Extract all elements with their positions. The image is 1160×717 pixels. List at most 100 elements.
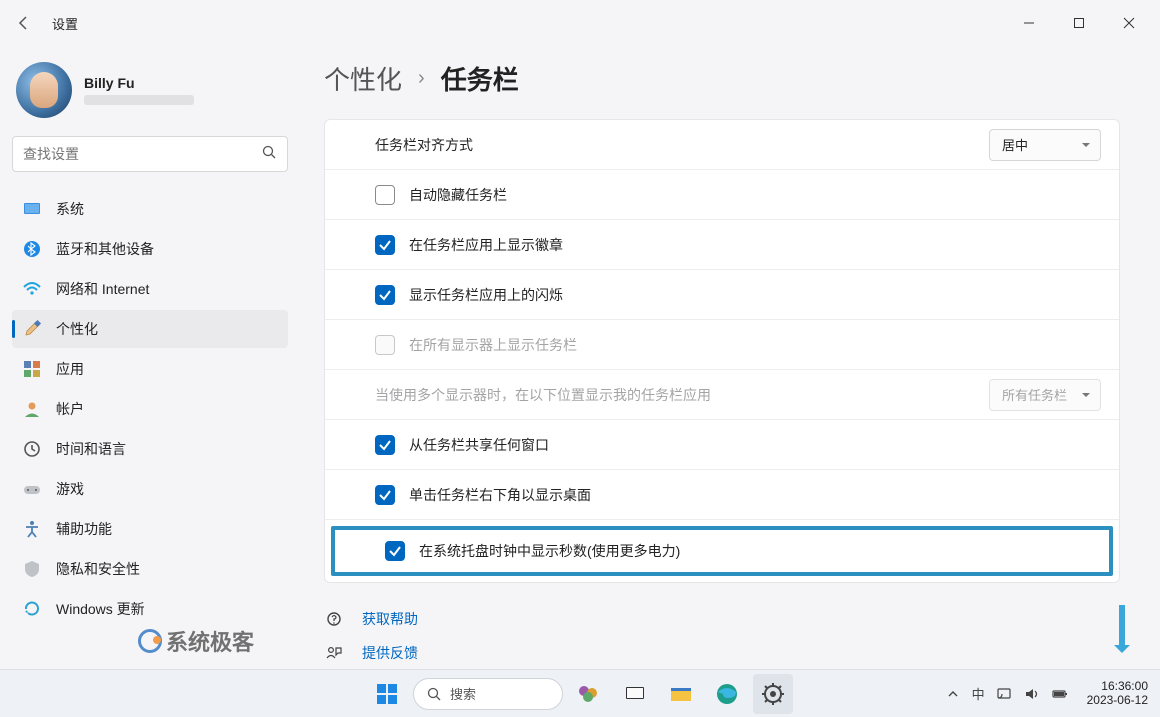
row-click-corner[interactable]: 单击任务栏右下角以显示桌面	[325, 470, 1119, 520]
sidebar-item-label: 辅助功能	[56, 519, 112, 539]
sidebar-item-gaming[interactable]: 游戏	[12, 470, 288, 508]
setting-label: 从任务栏共享任何窗口	[409, 435, 1101, 455]
settings-card: 任务栏对齐方式 居中 自动隐藏任务栏 在任务栏应用上显示徽章 显示任务栏应用上的…	[324, 119, 1120, 583]
sidebar-item-label: Windows 更新	[56, 599, 145, 619]
chevron-right-icon: ›	[418, 67, 425, 90]
sidebar-item-network[interactable]: 网络和 Internet	[12, 270, 288, 308]
sidebar-item-privacy[interactable]: 隐私和安全性	[12, 550, 288, 588]
edge-button[interactable]	[707, 674, 747, 714]
profile-email-placeholder	[84, 95, 194, 105]
start-button[interactable]	[367, 674, 407, 714]
sidebar: Billy Fu 系统 蓝牙和其他设备 网络和 Internet	[0, 46, 300, 669]
taskbar-center: 搜索	[367, 674, 793, 714]
back-button[interactable]	[8, 7, 40, 39]
share-window-checkbox[interactable]	[375, 435, 395, 455]
sidebar-item-label: 蓝牙和其他设备	[56, 239, 154, 259]
clock-icon	[22, 439, 42, 459]
taskbar-search[interactable]: 搜索	[413, 678, 563, 710]
row-alignment: 任务栏对齐方式 居中	[325, 120, 1119, 170]
setting-label: 在系统托盘时钟中显示秒数(使用更多电力)	[419, 541, 1091, 561]
ime-indicator[interactable]: 中	[972, 684, 985, 703]
get-help-link[interactable]: 获取帮助	[324, 609, 1120, 629]
row-autohide[interactable]: 自动隐藏任务栏	[325, 170, 1119, 220]
setting-label: 在所有显示器上显示任务栏	[409, 335, 1101, 355]
task-view-button[interactable]	[615, 674, 655, 714]
sidebar-item-update[interactable]: Windows 更新	[12, 590, 288, 628]
sidebar-item-label: 个性化	[56, 319, 98, 339]
show-flashing-checkbox[interactable]	[375, 285, 395, 305]
update-icon	[22, 599, 42, 619]
bluetooth-icon	[22, 239, 42, 259]
setting-label: 自动隐藏任务栏	[409, 185, 1101, 205]
breadcrumb: 个性化 › 任务栏	[324, 60, 1120, 97]
watermark-icon	[138, 629, 162, 653]
help-icon	[324, 611, 344, 627]
help-links: 获取帮助 提供反馈	[324, 609, 1120, 663]
close-button[interactable]	[1106, 7, 1152, 39]
all-displays-checkbox	[375, 335, 395, 355]
page-title: 任务栏	[441, 60, 519, 97]
shield-icon	[22, 559, 42, 579]
row-all-displays: 在所有显示器上显示任务栏	[325, 320, 1119, 370]
taskbar-app-misc[interactable]	[569, 674, 609, 714]
search-icon	[261, 144, 277, 165]
sidebar-item-label: 系统	[56, 199, 84, 219]
show-seconds-checkbox[interactable]	[385, 541, 405, 561]
setting-label: 当使用多个显示器时，在以下位置显示我的任务栏应用	[375, 385, 989, 405]
setting-label: 单击任务栏右下角以显示桌面	[409, 485, 1101, 505]
sidebar-item-label: 隐私和安全性	[56, 559, 140, 579]
battery-icon[interactable]	[1051, 686, 1069, 702]
person-icon	[22, 399, 42, 419]
row-share-window[interactable]: 从任务栏共享任何窗口	[325, 420, 1119, 470]
wifi-icon	[22, 279, 42, 299]
feedback-link[interactable]: 提供反馈	[324, 643, 1120, 663]
profile-name: Billy Fu	[84, 75, 194, 91]
row-show-badges[interactable]: 在任务栏应用上显示徽章	[325, 220, 1119, 270]
sidebar-item-label: 应用	[56, 359, 84, 379]
sidebar-item-personalization[interactable]: 个性化	[12, 310, 288, 348]
search-box[interactable]	[12, 136, 288, 172]
main-content: 个性化 › 任务栏 任务栏对齐方式 居中 自动隐藏任务栏 在任务栏应用上显示徽章	[300, 46, 1160, 669]
file-explorer-button[interactable]	[661, 674, 701, 714]
click-corner-checkbox[interactable]	[375, 485, 395, 505]
avatar	[16, 62, 72, 118]
taskbar: 搜索 中 16:36:00 2023-06-12	[0, 669, 1160, 717]
alignment-dropdown[interactable]: 居中	[989, 129, 1101, 161]
sidebar-item-time-language[interactable]: 时间和语言	[12, 430, 288, 468]
brush-icon	[22, 319, 42, 339]
sidebar-item-label: 网络和 Internet	[56, 279, 149, 299]
sidebar-item-apps[interactable]: 应用	[12, 350, 288, 388]
sidebar-item-label: 帐户	[56, 399, 84, 419]
profile[interactable]: Billy Fu	[12, 54, 288, 136]
sidebar-item-accounts[interactable]: 帐户	[12, 390, 288, 428]
accessibility-icon	[22, 519, 42, 539]
setting-label: 显示任务栏应用上的闪烁	[409, 285, 1101, 305]
feedback-icon	[324, 645, 344, 661]
setting-label: 在任务栏应用上显示徽章	[409, 235, 1101, 255]
show-badges-checkbox[interactable]	[375, 235, 395, 255]
breadcrumb-parent[interactable]: 个性化	[324, 60, 402, 97]
row-show-seconds[interactable]: 在系统托盘时钟中显示秒数(使用更多电力)	[335, 530, 1109, 572]
sidebar-item-system[interactable]: 系统	[12, 190, 288, 228]
display-icon	[22, 199, 42, 219]
window-title: 设置	[52, 14, 78, 33]
sidebar-item-accessibility[interactable]: 辅助功能	[12, 510, 288, 548]
multi-display-dropdown: 所有任务栏	[989, 379, 1101, 411]
sidebar-item-bluetooth[interactable]: 蓝牙和其他设备	[12, 230, 288, 268]
row-show-flashing[interactable]: 显示任务栏应用上的闪烁	[325, 270, 1119, 320]
volume-icon[interactable]	[1023, 686, 1041, 702]
autohide-checkbox[interactable]	[375, 185, 395, 205]
annotation-arrow	[1114, 605, 1130, 661]
maximize-button[interactable]	[1056, 7, 1102, 39]
settings-button[interactable]	[753, 674, 793, 714]
sidebar-item-label: 游戏	[56, 479, 84, 499]
nav: 系统 蓝牙和其他设备 网络和 Internet 个性化 应用 帐户	[12, 190, 288, 628]
search-input[interactable]	[23, 146, 261, 162]
system-tray: 中 16:36:00 2023-06-12	[944, 680, 1148, 708]
tray-overflow-button[interactable]	[944, 686, 962, 702]
cast-icon[interactable]	[995, 686, 1013, 702]
minimize-button[interactable]	[1006, 7, 1052, 39]
apps-icon	[22, 359, 42, 379]
taskbar-clock[interactable]: 16:36:00 2023-06-12	[1087, 680, 1148, 708]
row-multi-display: 当使用多个显示器时，在以下位置显示我的任务栏应用 所有任务栏	[325, 370, 1119, 420]
